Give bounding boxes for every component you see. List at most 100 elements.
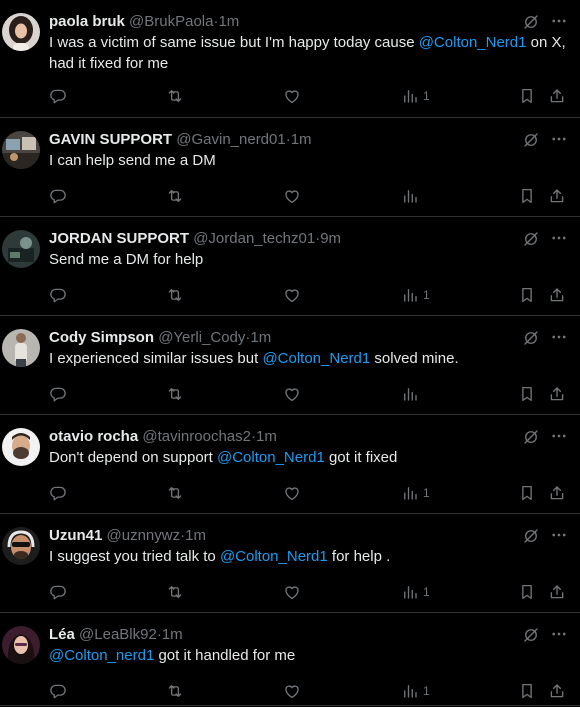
views-icon[interactable]: 1 (401, 484, 430, 502)
views-icon[interactable] (401, 187, 423, 205)
avatar[interactable] (2, 329, 40, 367)
grok-icon[interactable] (522, 131, 540, 149)
post-time[interactable]: 1m (162, 626, 183, 643)
views-count: 1 (423, 288, 430, 302)
bookmark-icon[interactable] (518, 484, 536, 502)
repost-icon[interactable] (166, 583, 184, 601)
reply-feed: paola bruk @BrukPaola·1m I was a victim o… (0, 0, 580, 706)
grok-icon[interactable] (522, 329, 540, 347)
grok-icon[interactable] (522, 527, 540, 545)
post-time[interactable]: 1m (256, 428, 277, 445)
mention-link[interactable]: @Colton_nerd1 (49, 647, 154, 664)
user-handle[interactable]: @Yerli_Cody (158, 329, 245, 346)
more-options-icon[interactable] (550, 427, 568, 445)
like-icon[interactable] (283, 87, 301, 105)
repost-icon[interactable] (166, 87, 184, 105)
avatar[interactable] (2, 527, 40, 565)
repost-icon[interactable] (166, 484, 184, 502)
share-icon[interactable] (548, 286, 566, 304)
bookmark-icon[interactable] (518, 87, 536, 105)
like-icon[interactable] (283, 484, 301, 502)
mention-link[interactable]: @Colton_Nerd1 (220, 548, 328, 565)
more-options-icon[interactable] (550, 130, 568, 148)
display-name[interactable]: Cody Simpson (49, 329, 154, 346)
share-icon[interactable] (548, 385, 566, 403)
avatar[interactable] (2, 428, 40, 466)
grok-icon[interactable] (522, 230, 540, 248)
views-icon[interactable]: 1 (401, 583, 430, 601)
user-handle[interactable]: @Gavin_nerd01 (176, 131, 285, 148)
user-handle[interactable]: @Jordan_techz01 (193, 230, 315, 247)
mention-link[interactable]: @Colton_Nerd1 (419, 34, 527, 51)
reply-post[interactable]: JORDAN SUPPORT @Jordan_techz01·9m Send me… (0, 217, 580, 316)
repost-icon[interactable] (166, 286, 184, 304)
display-name[interactable]: paola bruk (49, 13, 125, 30)
grok-icon[interactable] (522, 428, 540, 446)
user-handle[interactable]: @tavinroochas2 (142, 428, 251, 445)
bookmark-icon[interactable] (518, 286, 536, 304)
post-header: Léa @LeaBlk92·1m (49, 626, 510, 644)
display-name[interactable]: JORDAN SUPPORT (49, 230, 189, 247)
avatar[interactable] (2, 131, 40, 169)
reply-post[interactable]: Uzun41 @uznnywz·1m I suggest you tried ta… (0, 514, 580, 613)
repost-icon[interactable] (166, 682, 184, 700)
bookmark-icon[interactable] (518, 682, 536, 700)
views-icon[interactable]: 1 (401, 682, 430, 700)
user-handle[interactable]: @LeaBlk92 (79, 626, 157, 643)
reply-icon[interactable] (49, 484, 67, 502)
reply-post[interactable]: paola bruk @BrukPaola·1m I was a victim o… (0, 0, 580, 118)
like-icon[interactable] (283, 187, 301, 205)
post-time[interactable]: 1m (185, 527, 206, 544)
share-icon[interactable] (548, 87, 566, 105)
share-icon[interactable] (548, 583, 566, 601)
mention-link[interactable]: @Colton_Nerd1 (262, 350, 370, 367)
avatar[interactable] (2, 626, 40, 664)
share-icon[interactable] (548, 682, 566, 700)
avatar[interactable] (2, 13, 40, 51)
reply-icon[interactable] (49, 286, 67, 304)
like-icon[interactable] (283, 286, 301, 304)
more-options-icon[interactable] (550, 328, 568, 346)
reply-icon[interactable] (49, 385, 67, 403)
like-icon[interactable] (283, 682, 301, 700)
reply-post[interactable]: GAVIN SUPPORT @Gavin_nerd01·1m I can help… (0, 118, 580, 217)
user-handle[interactable]: @BrukPaola (129, 13, 213, 30)
reply-icon[interactable] (49, 583, 67, 601)
reply-icon[interactable] (49, 87, 67, 105)
post-time[interactable]: 1m (218, 13, 239, 30)
reply-post[interactable]: Léa @LeaBlk92·1m @Colton_nerd1 got it han… (0, 613, 580, 706)
like-icon[interactable] (283, 385, 301, 403)
repost-icon[interactable] (166, 385, 184, 403)
post-text: @Colton_nerd1 got it handled for me (49, 645, 570, 666)
mention-link[interactable]: @Colton_Nerd1 (217, 449, 325, 466)
views-icon[interactable] (401, 385, 423, 403)
bookmark-icon[interactable] (518, 583, 536, 601)
more-options-icon[interactable] (550, 625, 568, 643)
display-name[interactable]: GAVIN SUPPORT (49, 131, 172, 148)
share-icon[interactable] (548, 187, 566, 205)
repost-icon[interactable] (166, 187, 184, 205)
reply-icon[interactable] (49, 187, 67, 205)
grok-icon[interactable] (522, 626, 540, 644)
display-name[interactable]: otavio rocha (49, 428, 138, 445)
more-options-icon[interactable] (550, 229, 568, 247)
display-name[interactable]: Uzun41 (49, 527, 102, 544)
reply-post[interactable]: otavio rocha @tavinroochas2·1m Don't depe… (0, 415, 580, 514)
bookmark-icon[interactable] (518, 187, 536, 205)
reply-icon[interactable] (49, 682, 67, 700)
avatar[interactable] (2, 230, 40, 268)
more-options-icon[interactable] (550, 12, 568, 30)
views-icon[interactable]: 1 (401, 286, 430, 304)
views-icon[interactable]: 1 (401, 87, 430, 105)
bookmark-icon[interactable] (518, 385, 536, 403)
more-options-icon[interactable] (550, 526, 568, 544)
like-icon[interactable] (283, 583, 301, 601)
grok-icon[interactable] (522, 13, 540, 31)
display-name[interactable]: Léa (49, 626, 75, 643)
reply-post[interactable]: Cody Simpson @Yerli_Cody·1m I experienced… (0, 316, 580, 415)
user-handle[interactable]: @uznnywz (107, 527, 181, 544)
post-time[interactable]: 9m (320, 230, 341, 247)
share-icon[interactable] (548, 484, 566, 502)
post-time[interactable]: 1m (250, 329, 271, 346)
post-time[interactable]: 1m (291, 131, 312, 148)
